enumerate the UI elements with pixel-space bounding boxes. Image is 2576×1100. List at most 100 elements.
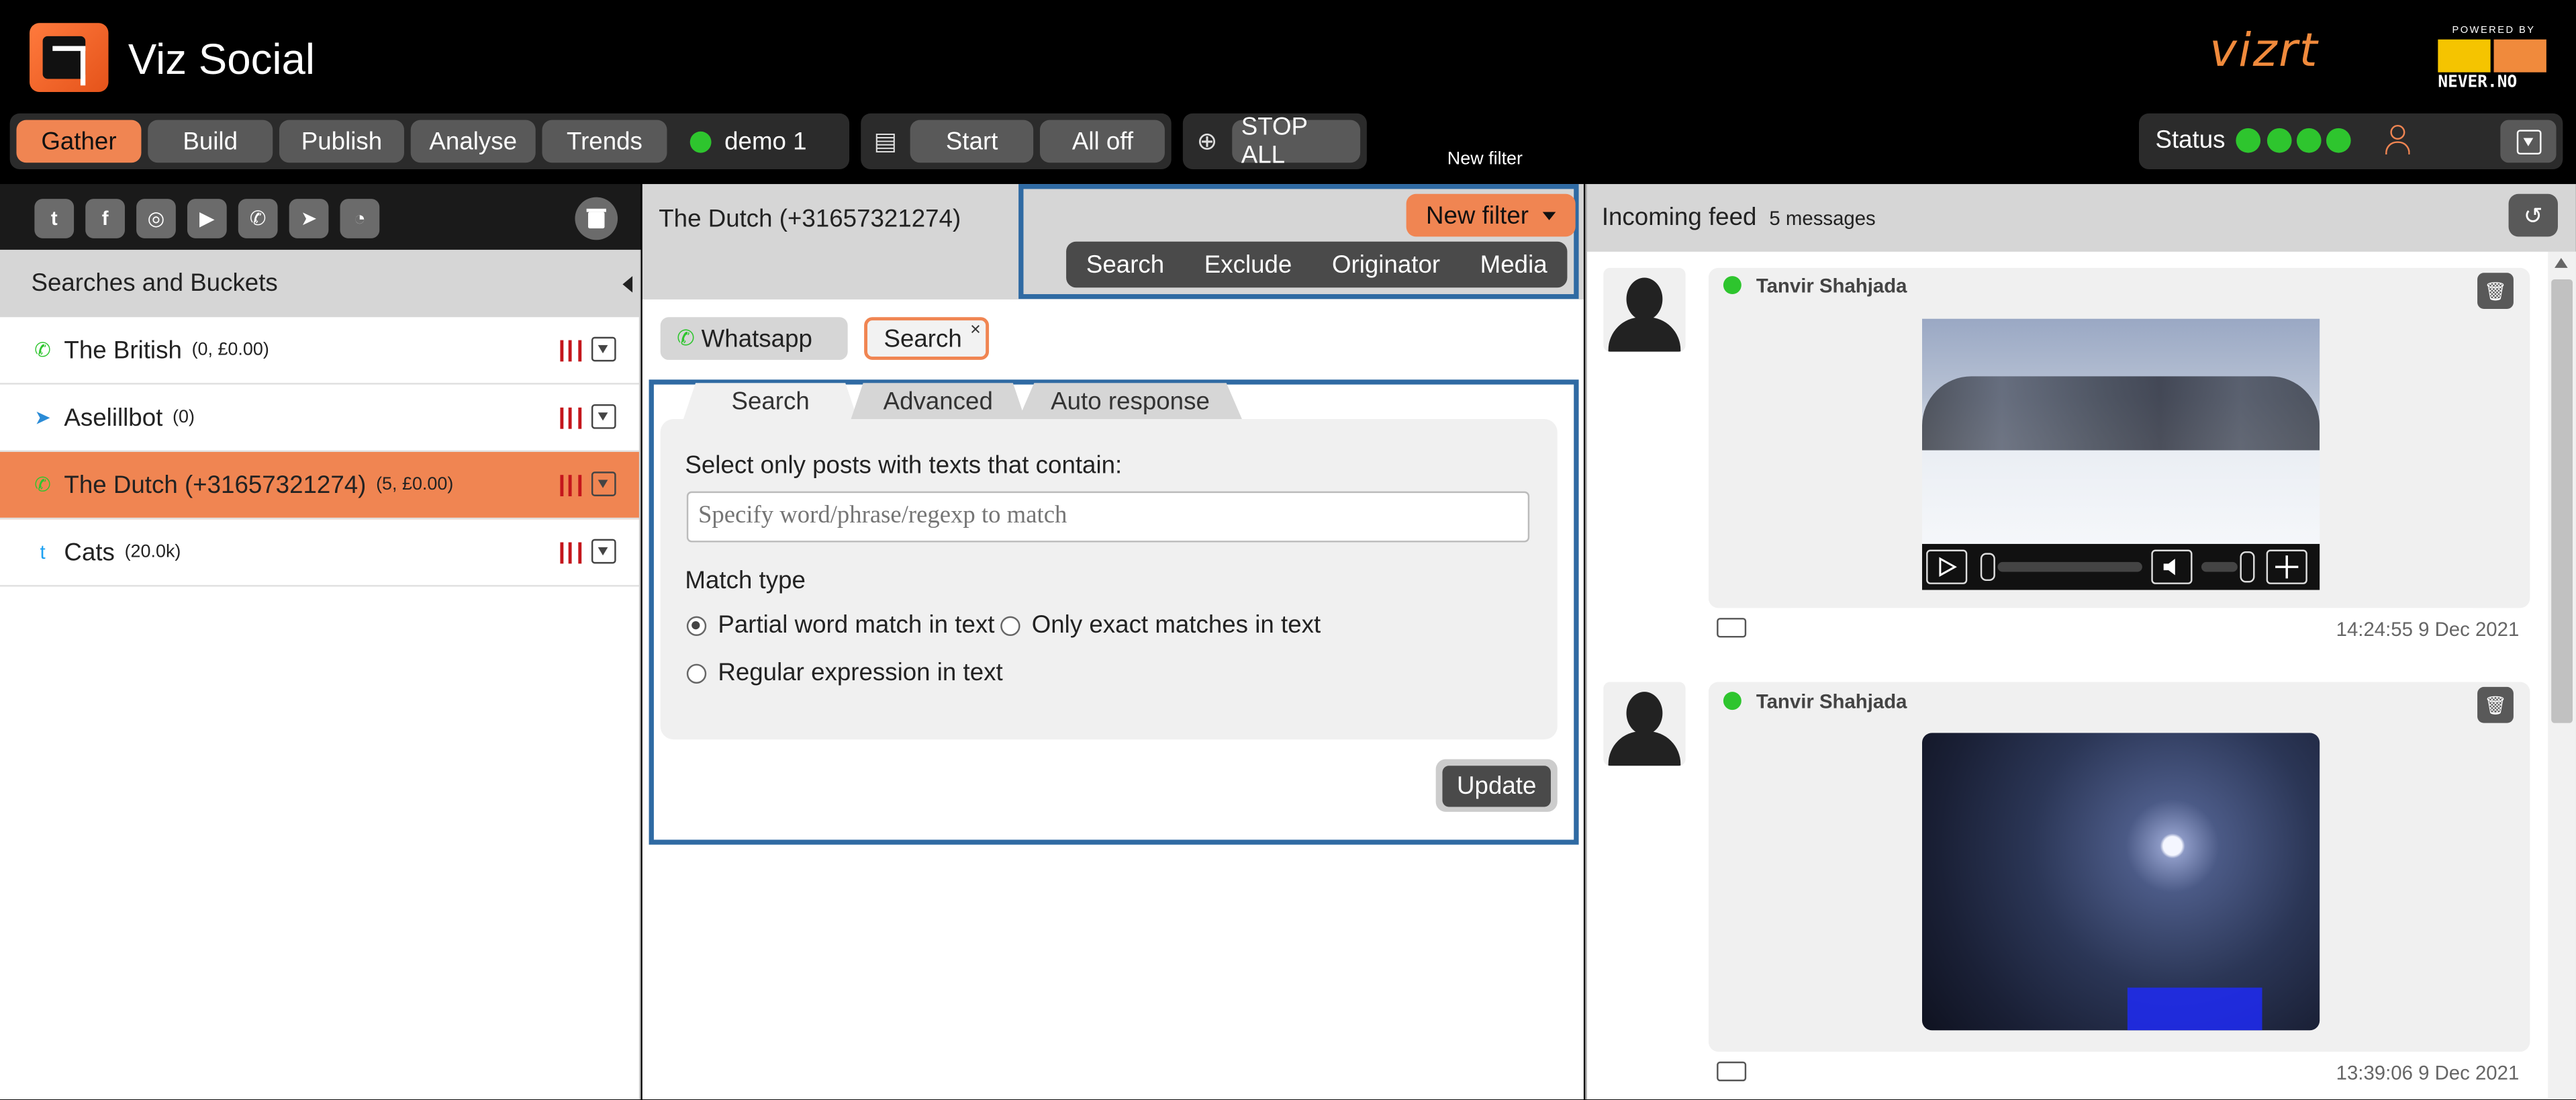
scroll-up-icon[interactable] <box>2555 258 2568 268</box>
feed-title: Incoming feed <box>1601 203 1757 232</box>
tab-publish[interactable]: Publish <box>279 120 404 163</box>
avatar <box>1603 682 1686 766</box>
chevron-down-icon <box>2516 129 2541 154</box>
rundown-icon[interactable]: ▤ <box>867 124 903 160</box>
twitter-icon[interactable]: t <box>34 199 75 238</box>
start-button[interactable]: Start <box>910 120 1035 163</box>
collapse-left-icon[interactable] <box>622 276 633 293</box>
brand: Viz Social <box>30 23 315 95</box>
facebook-icon[interactable]: f <box>85 199 125 238</box>
tab-trends[interactable]: Trends <box>542 120 667 163</box>
trash-icon[interactable]: 🗑 <box>2477 273 2514 310</box>
sidebar-item-cats[interactable]: t Cats (20.0k) <box>0 519 639 587</box>
whatsapp-chip[interactable]: ✆ Whatsapp <box>660 317 848 360</box>
trash-icon[interactable]: 🗑 <box>2477 686 2514 723</box>
whatsapp-icon <box>1723 692 1742 711</box>
pause-icon[interactable] <box>560 475 582 496</box>
playout-controls: ▤ Start All off <box>861 113 1172 170</box>
bucket-icon[interactable] <box>575 197 618 240</box>
tab-gather[interactable]: Gather <box>16 120 142 163</box>
avatar <box>1603 267 1686 352</box>
app-title: Viz Social <box>128 34 316 83</box>
dropdown-icon[interactable] <box>591 404 616 429</box>
sidebar-item-count: (20.0k) <box>124 542 181 562</box>
pause-icon[interactable] <box>560 340 582 362</box>
search-title: The Dutch (+31657321274) <box>659 205 961 234</box>
radio-regex-label: Regular expression in text <box>718 659 1003 687</box>
stop-all-button[interactable]: STOP ALL <box>1231 113 1361 169</box>
whatsapp-icon[interactable]: ✆ <box>238 199 278 238</box>
pause-icon[interactable] <box>560 407 582 429</box>
contains-label: Select only posts with texts that contai… <box>685 451 1123 480</box>
sidebar-item-the-dutch[interactable]: ✆ The Dutch (+31657321274) (5, £0.00) <box>0 451 639 520</box>
sidebar-item-count: (5, £0.00) <box>376 475 454 495</box>
radio-regex[interactable]: Regular expression in text <box>686 659 1003 687</box>
message-timestamp: 14:24:55 9 Dec 2021 <box>2336 618 2520 641</box>
radio-partial[interactable]: Partial word match in text <box>686 611 994 639</box>
main-nav: Gather Build Publish Analyse Trends demo… <box>9 113 850 170</box>
demo-status-dot-icon <box>689 130 712 152</box>
message-author: Tanvir Shahjada <box>1756 690 1907 713</box>
new-filter-button[interactable]: New filter <box>1406 193 1575 237</box>
update-label: Update <box>1442 765 1551 807</box>
globe-icon[interactable]: ⊕ <box>1190 124 1225 160</box>
pause-icon[interactable] <box>560 542 582 564</box>
radio-button[interactable] <box>686 663 707 683</box>
sidebar-title: Searches and Buckets <box>31 269 278 297</box>
radio-exact[interactable]: Only exact matches in text <box>1000 611 1321 639</box>
sidebar-item-label: Cats <box>64 538 115 566</box>
sidebar-item-count: (0, £0.00) <box>191 340 269 360</box>
status-dot-icon <box>2267 128 2292 153</box>
filter-media[interactable]: Media <box>1480 250 1547 279</box>
sidebar-item-the-british[interactable]: ✆ The British (0, £0.00) <box>0 317 639 385</box>
powered-by-text: POWERED BY <box>2452 26 2536 36</box>
update-button[interactable]: Update <box>1435 759 1558 812</box>
demo-status[interactable]: demo 1 <box>673 127 823 156</box>
telegram-icon[interactable]: ➤ <box>289 199 329 238</box>
youtube-icon[interactable]: ▶ <box>187 199 227 238</box>
video-player-controls <box>1921 543 2320 590</box>
user-icon[interactable] <box>2384 124 2414 158</box>
whatsapp-icon: ✆ <box>677 325 695 351</box>
dropdown-icon[interactable] <box>591 336 616 362</box>
sidebar-item-aselillbot[interactable]: ➤ Aselillbot (0) <box>0 385 639 452</box>
all-off-button[interactable]: All off <box>1040 120 1165 163</box>
rss-icon[interactable]: ◔ <box>340 199 380 238</box>
viz-social-logo-icon <box>30 23 111 95</box>
feed-count: 5 messages <box>1769 207 1876 230</box>
radio-button[interactable] <box>686 615 707 635</box>
sidebar-header: Searches and Buckets <box>0 249 639 318</box>
dropdown-icon[interactable] <box>591 471 616 496</box>
whatsapp-icon: ✆ <box>34 473 51 496</box>
new-filter-tooltip: New filter <box>1447 149 1523 170</box>
history-icon[interactable]: ↺ <box>2508 193 2558 237</box>
collapse-menu-button[interactable] <box>2500 120 2557 163</box>
never-no-text: NEVER.NO <box>2438 74 2518 93</box>
scroll-thumb[interactable] <box>2551 279 2573 723</box>
dropdown-icon[interactable] <box>591 539 616 564</box>
sidebar-item-count: (0) <box>173 407 195 428</box>
night-sky-image[interactable] <box>1921 733 2320 1031</box>
status-label: Status <box>2155 126 2226 155</box>
tab-advanced[interactable]: Advanced <box>851 383 1025 419</box>
filter-search[interactable]: Search <box>1086 250 1164 279</box>
search-chip[interactable]: Search × <box>864 317 990 360</box>
filter-originator[interactable]: Originator <box>1332 250 1440 279</box>
tab-analyse[interactable]: Analyse <box>410 120 536 163</box>
telegram-icon: ➤ <box>34 406 51 429</box>
sidebar-item-label: The Dutch (+31657321274) <box>64 471 367 499</box>
twitter-icon: t <box>40 541 46 564</box>
radio-button[interactable] <box>1000 615 1020 635</box>
filter-exclude[interactable]: Exclude <box>1204 250 1292 279</box>
close-icon[interactable]: × <box>970 320 981 340</box>
instagram-icon[interactable]: ◎ <box>136 199 176 238</box>
whatsapp-chip-label: Whatsapp <box>701 324 812 353</box>
demo-label: demo 1 <box>724 127 807 156</box>
tab-auto-response[interactable]: Auto response <box>1018 383 1242 419</box>
search-input[interactable] <box>686 491 1530 543</box>
never-no-logo: POWERED BY NEVER.NO <box>2438 26 2549 95</box>
tab-search[interactable]: Search <box>683 383 858 419</box>
snow-video-thumbnail[interactable] <box>1921 318 2320 544</box>
video-icon <box>1717 618 1747 638</box>
tab-build[interactable]: Build <box>148 120 273 163</box>
